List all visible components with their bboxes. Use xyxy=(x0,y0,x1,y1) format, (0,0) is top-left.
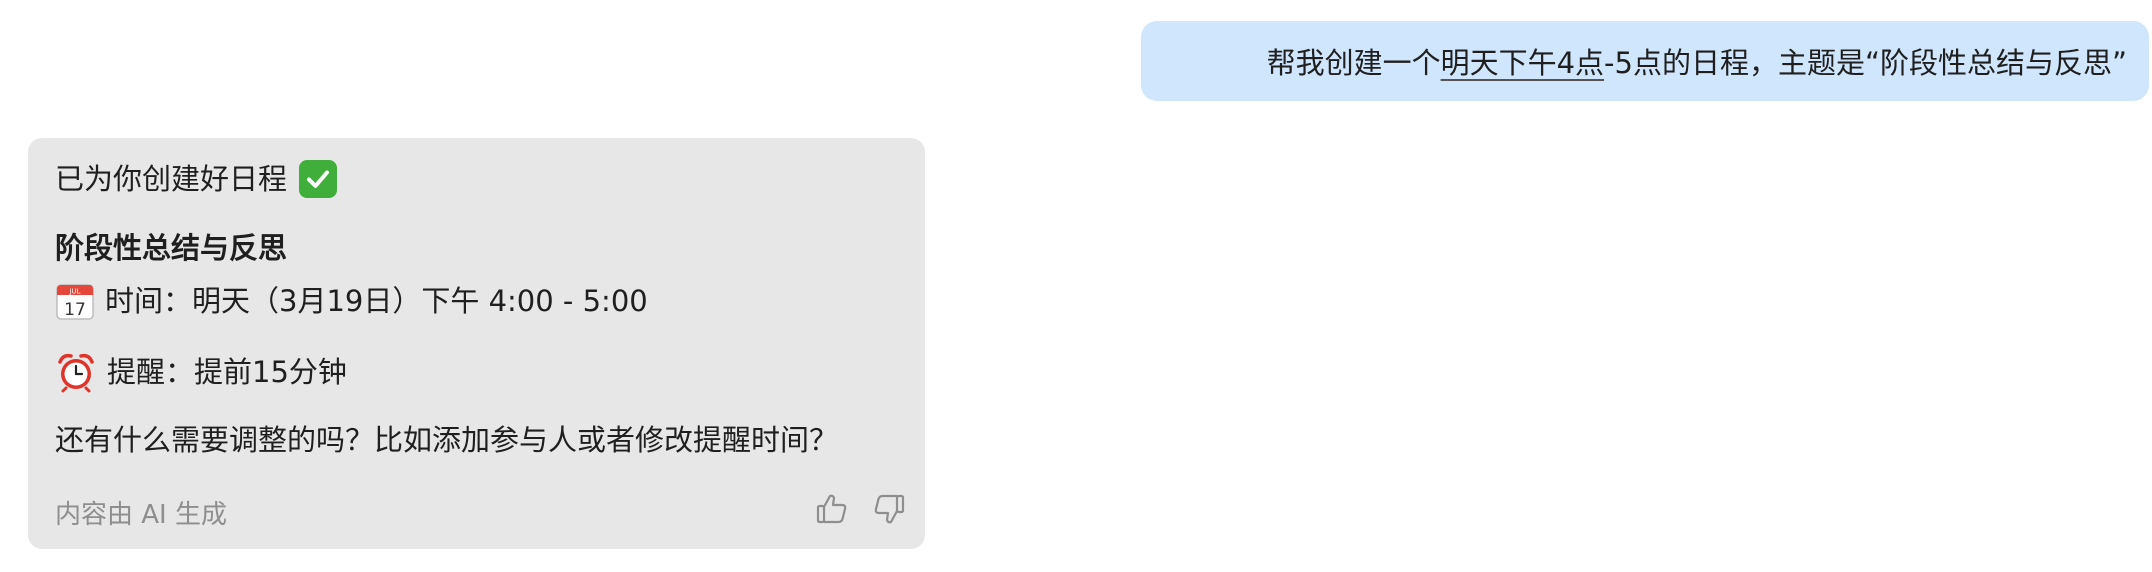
user-message-bubble: 帮我创建一个 明天下午4点 -5点的日程，主题是“阶段性总结与反思” xyxy=(1141,21,2149,101)
thumbs-up-icon[interactable] xyxy=(814,491,850,527)
user-message-text-suffix: -5点的日程，主题是“阶段性总结与反思” xyxy=(1604,46,2127,80)
alarm-clock-icon xyxy=(55,351,97,393)
calendar-icon-month: JUL xyxy=(68,288,80,296)
calendar-icon: JUL 17 xyxy=(55,281,95,321)
thumbs-down-icon[interactable] xyxy=(871,491,907,527)
event-time-line: JUL 17 时间：明天（3月19日）下午 4:00 - 5:00 xyxy=(55,281,648,321)
created-confirmation-text: 已为你创建好日程 xyxy=(55,162,288,196)
created-confirmation-line: 已为你创建好日程 xyxy=(55,160,338,198)
check-mark-icon xyxy=(299,160,338,198)
event-reminder-line: 提醒：提前15分钟 xyxy=(55,351,347,393)
followup-question: 还有什么需要调整的吗？比如添加参与人或者修改提醒时间？ xyxy=(55,423,839,457)
event-title: 阶段性总结与反思 xyxy=(55,231,288,265)
calendar-icon-day: 17 xyxy=(64,300,86,320)
event-reminder-text: 提醒：提前15分钟 xyxy=(107,355,347,389)
assistant-message-bubble: 已为你创建好日程 阶段性总结与反思 JUL 17 时间：明天（3月19日）下午 … xyxy=(28,138,925,549)
ai-generated-note: 内容由 AI 生成 xyxy=(55,500,227,530)
user-message-highlighted-time[interactable]: 明天下午4点 xyxy=(1441,40,1604,82)
user-message-text-prefix: 帮我创建一个 xyxy=(1266,46,1441,80)
event-time-text: 时间：明天（3月19日）下午 4:00 - 5:00 xyxy=(105,284,648,318)
